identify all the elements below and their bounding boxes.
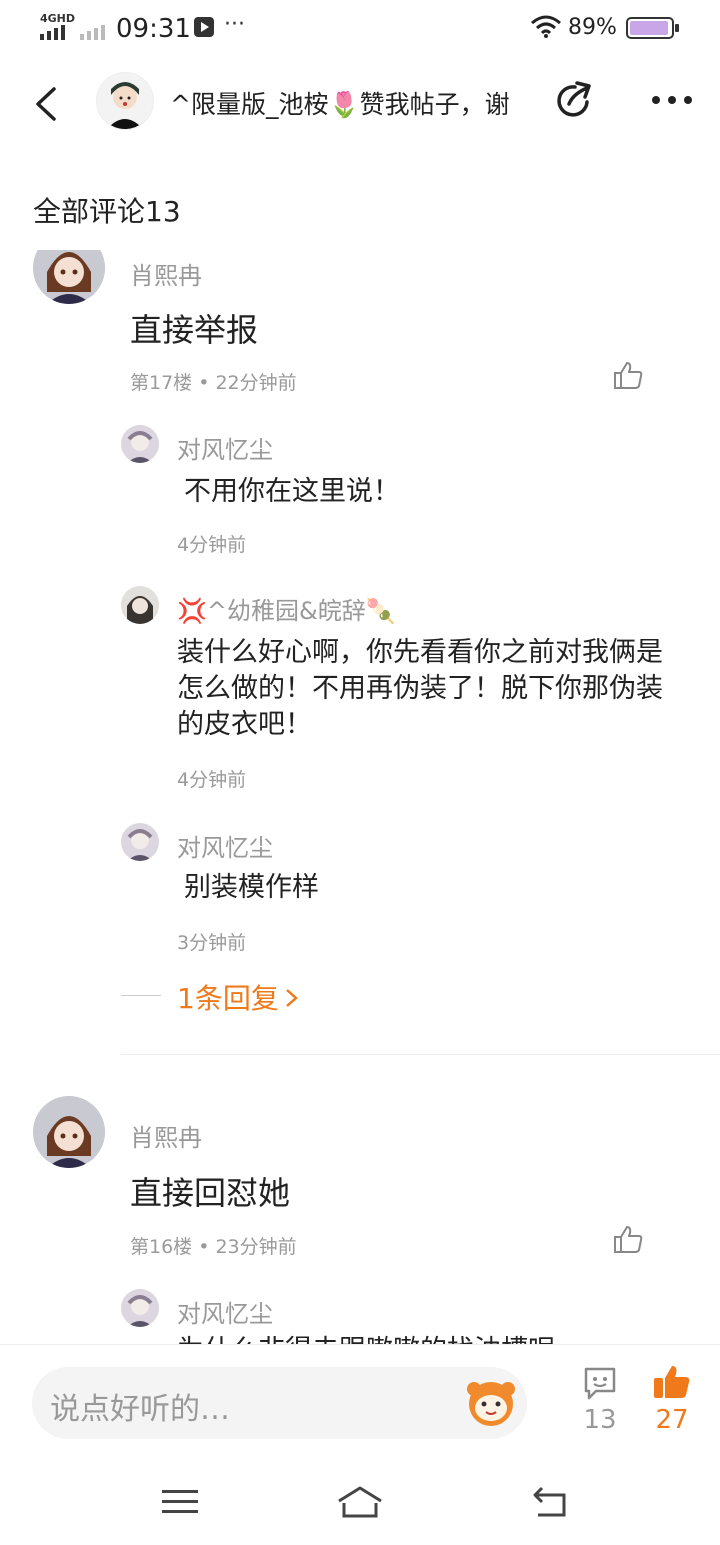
- like-icon[interactable]: [612, 360, 644, 390]
- share-icon[interactable]: [555, 80, 597, 122]
- media-play-icon: [194, 17, 214, 37]
- more-replies-line: [121, 995, 161, 996]
- comment-username[interactable]: 肖熙冉: [130, 256, 202, 291]
- reply-content: 别装模作样: [184, 872, 319, 903]
- page-title: ^限量版_池桉🌷赞我帖子，谢: [170, 90, 510, 119]
- comments-count-button[interactable]: 13: [575, 1365, 625, 1445]
- comment-content: 直接回怼她: [130, 1174, 291, 1212]
- reply-username[interactable]: 💢^幼稚园&皖辞🍡: [177, 591, 396, 626]
- comment-input[interactable]: 说点好听的…: [32, 1367, 527, 1439]
- comment-content: 直接举报: [130, 311, 259, 349]
- avatar-image: [121, 586, 159, 624]
- like-count-button[interactable]: 27: [646, 1363, 698, 1443]
- comment-username[interactable]: 肖熙冉: [130, 1118, 202, 1153]
- bottom-bar: 说点好听的… 13 27: [0, 1344, 720, 1545]
- comment-list[interactable]: 肖熙冉 直接举报 第17楼 • 22分钟前 对风忆尘 不用你在这里说！ 4分钟前…: [0, 250, 720, 1344]
- home-icon[interactable]: [336, 1485, 384, 1519]
- battery-icon: [626, 17, 679, 39]
- reply-time: 3分钟前: [177, 932, 247, 954]
- back-arrow-icon[interactable]: [32, 86, 60, 122]
- wifi-icon: [531, 15, 561, 38]
- more-replies-link[interactable]: 1条回复: [177, 977, 300, 1017]
- comment-icon: [584, 1367, 616, 1400]
- commenter-avatar[interactable]: [33, 1096, 105, 1168]
- reply-time: 4分钟前: [177, 534, 247, 556]
- battery-percent: 89%: [568, 15, 617, 40]
- avatar-image: [121, 823, 159, 861]
- reply-avatar[interactable]: [121, 425, 159, 463]
- avatar-image: [121, 425, 159, 463]
- clock: 09:31: [116, 14, 191, 44]
- avatar-image: [33, 250, 105, 304]
- reply-content: 不用你在这里说！: [184, 476, 400, 507]
- avatar-image: [33, 1096, 105, 1168]
- commenter-avatar[interactable]: [33, 250, 105, 304]
- comments-section-title: 全部评论13: [33, 195, 181, 228]
- emoji-mascot-icon[interactable]: [464, 1377, 518, 1429]
- reply-avatar[interactable]: [121, 823, 159, 861]
- top-nav-bar: ^限量版_池桉🌷赞我帖子，谢: [0, 58, 720, 148]
- reply-username[interactable]: 对风忆尘: [177, 828, 273, 863]
- reply-time: 4分钟前: [177, 769, 247, 791]
- chevron-right-icon: [286, 989, 298, 1007]
- reply-username[interactable]: 对风忆尘: [177, 430, 273, 465]
- reply-avatar[interactable]: [121, 586, 159, 624]
- reply-avatar[interactable]: [121, 1289, 159, 1327]
- like-icon[interactable]: [612, 1224, 644, 1254]
- reply-username[interactable]: 对风忆尘: [177, 1294, 273, 1329]
- reply-content: 为什么非得去跟嗷嗷的找油槽呢: [177, 1333, 555, 1344]
- reply-content: 装什么好心啊，你先看看你之前对我俩是怎么做的！不用再伪装了！脱下你那伪装的皮衣吧…: [177, 637, 663, 740]
- author-avatar[interactable]: [96, 72, 154, 130]
- signal-icon: [40, 25, 105, 40]
- comments-count: 13: [583, 1405, 617, 1435]
- comment-floor-time: 第17楼 • 22分钟前: [130, 372, 297, 394]
- status-bar: 4GHD 09:31 ··· 89%: [0, 0, 720, 58]
- menu-icon[interactable]: [162, 1487, 198, 1517]
- more-replies-label: 1条回复: [177, 982, 279, 1015]
- comment-input-placeholder: 说点好听的…: [50, 1392, 230, 1427]
- like-count: 27: [655, 1405, 689, 1435]
- comment-floor-time: 第16楼 • 23分钟前: [130, 1236, 297, 1258]
- thumbs-up-filled-icon: [654, 1366, 690, 1398]
- back-nav-icon[interactable]: [530, 1485, 570, 1519]
- avatar-image: [121, 1289, 159, 1327]
- more-options-icon[interactable]: [650, 94, 694, 106]
- more-status: ···: [224, 12, 245, 37]
- comment-divider: [121, 1054, 720, 1055]
- avatar-image: [107, 82, 143, 129]
